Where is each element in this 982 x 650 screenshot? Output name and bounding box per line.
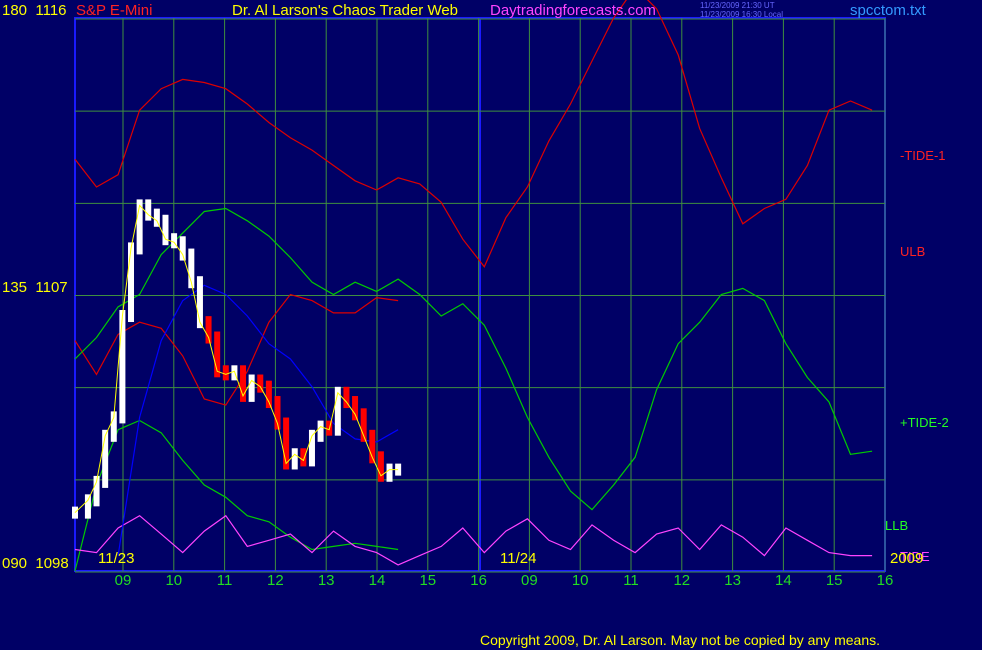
- y-price-label-mid: 1107: [35, 279, 68, 296]
- price-bar: [317, 420, 324, 442]
- x-tick-label: 11: [623, 572, 639, 589]
- date-label-1: 11/23: [98, 550, 135, 567]
- y-tick-090: 090 1098: [2, 555, 69, 572]
- x-tick-label: 09: [521, 572, 538, 589]
- line-label-ulb: ULB: [900, 244, 925, 259]
- price-bar: [352, 396, 359, 421]
- price-bar: [145, 199, 152, 221]
- price-bar: [300, 448, 307, 467]
- x-tick-label: 14: [775, 572, 792, 589]
- series-line-avg: [117, 284, 399, 556]
- price-bar: [248, 374, 255, 402]
- y-scale-label-mid: 135: [2, 279, 28, 296]
- symbol-title: S&P E-Mini: [76, 2, 153, 19]
- x-tick-label: 13: [724, 572, 741, 589]
- x-tick-label: 09: [115, 572, 132, 589]
- price-bar: [84, 494, 91, 519]
- site-url[interactable]: Daytradingforecasts.com: [490, 2, 656, 19]
- stamp-local: 11/23/2009 16:30 Local: [700, 10, 784, 19]
- price-bar: [162, 214, 169, 246]
- price-bar: [222, 365, 229, 381]
- x-tick-label: 16: [470, 572, 487, 589]
- x-tick-label: 12: [267, 572, 284, 589]
- x-tick-label: 13: [318, 572, 335, 589]
- x-tick-label: 16: [877, 572, 894, 589]
- x-axis-labels: 09 10 11 12 13 14 15 16 09 10 11 12 13 14 15 16: [115, 572, 894, 589]
- price-bar: [205, 316, 212, 344]
- y-price-label-top: 1116: [35, 2, 67, 19]
- x-tick-label: 12: [673, 572, 690, 589]
- price-bar: [119, 310, 126, 424]
- copyright: Copyright 2009, Dr. Al Larson. May not b…: [480, 632, 881, 648]
- y-scale-label-bottom: 090: [2, 555, 28, 572]
- line-label--tide-2: +TIDE-2: [900, 415, 949, 430]
- price-bar: [72, 506, 78, 519]
- y-scale-label-top: 180: [2, 2, 28, 19]
- x-tick-label: 10: [165, 572, 182, 589]
- date-label-2: 11/24: [500, 550, 537, 567]
- series-layer: [74, 0, 873, 572]
- chart-canvas: 09 10 11 12 13 14 15 16 09 10 11 12 13 14 15 16 -TIDE-1…: [72, 0, 949, 589]
- line-label--tide-1: -TIDE-1: [900, 148, 946, 163]
- price-bar: [265, 380, 272, 409]
- price-bar: [179, 236, 186, 261]
- year-label: 2009: [890, 550, 924, 567]
- x-tick-label: 14: [369, 572, 386, 589]
- x-tick-label: 15: [419, 572, 436, 589]
- price-bar: [377, 451, 384, 482]
- line-labels: -TIDE-1ULB+TIDE-2LLBTIDE: [885, 148, 949, 564]
- line-label-llb: LLB: [885, 518, 908, 533]
- price-bar: [128, 242, 135, 323]
- stamp-ut: 11/23/2009 21:30 UT: [700, 1, 775, 10]
- site-title: Dr. Al Larson's Chaos Trader Web: [232, 2, 459, 19]
- x-tick-label: 11: [217, 572, 233, 589]
- series-line--tide-1: [74, 0, 873, 268]
- y-tick-135: 135 1107: [2, 279, 68, 296]
- timestamp-block: 11/23/2009 21:30 UT 11/23/2009 16:30 Loc…: [700, 1, 783, 19]
- y-tick-180: 180 1116: [2, 2, 67, 19]
- y-price-label-bottom: 1098: [35, 555, 69, 572]
- x-tick-label: 15: [826, 572, 843, 589]
- price-bar: [291, 448, 298, 470]
- price-bars: [72, 199, 402, 519]
- filename: spcctom.txt: [850, 2, 926, 19]
- price-bar: [386, 463, 393, 482]
- series-line-tide: [74, 514, 873, 566]
- x-tick-label: 10: [572, 572, 589, 589]
